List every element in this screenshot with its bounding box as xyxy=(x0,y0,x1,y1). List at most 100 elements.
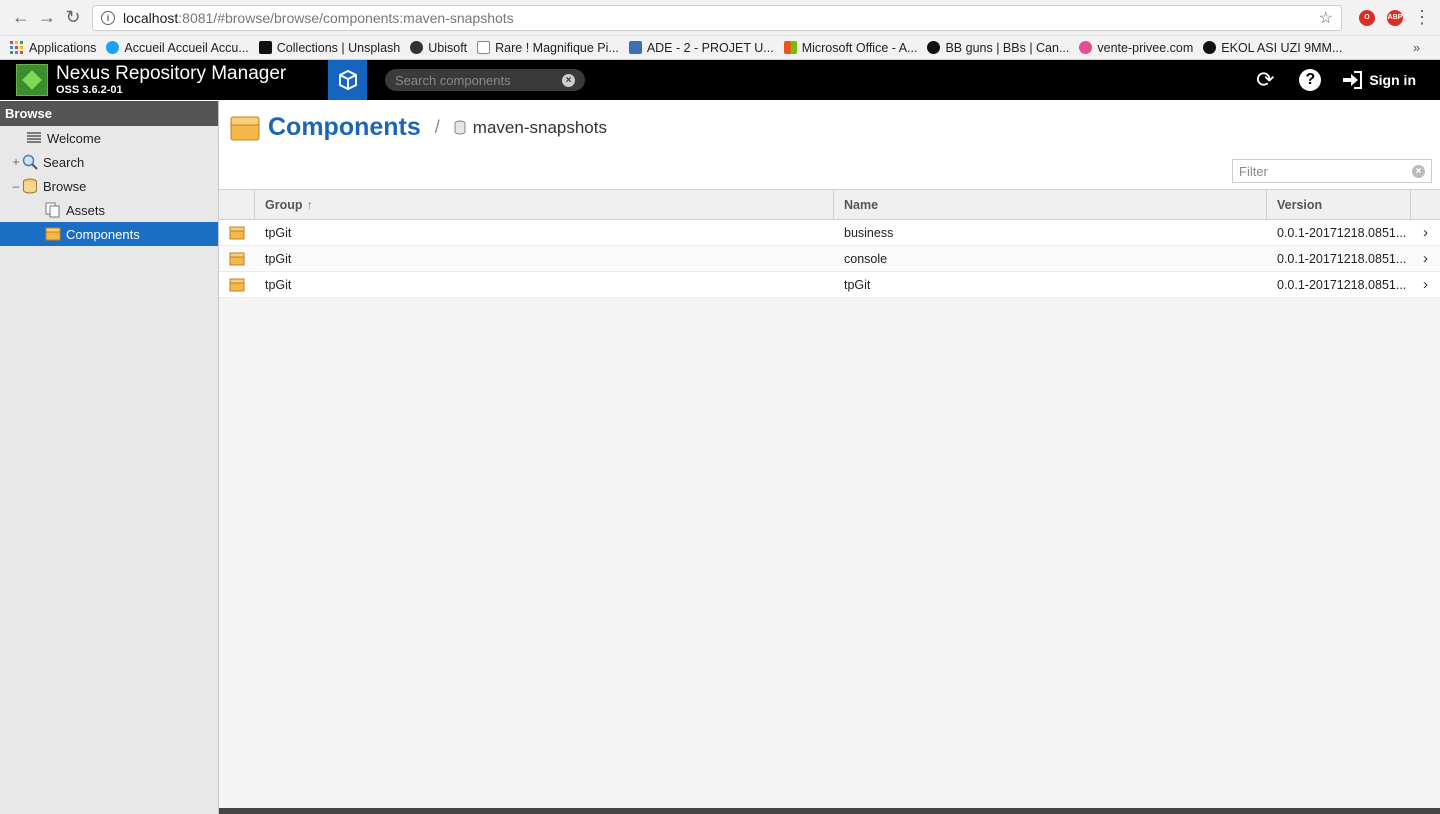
bookmark-microsoft[interactable]: Microsoft Office - A... xyxy=(783,40,918,55)
table-row[interactable]: tpGit business 0.0.1-20171218.0851... › xyxy=(219,220,1440,246)
bookmark-label: Ubisoft xyxy=(428,40,468,55)
filter-placeholder: Filter xyxy=(1239,163,1268,179)
opera-extension-icon[interactable]: O xyxy=(1356,7,1378,29)
refresh-icon[interactable]: ⟳ xyxy=(1253,67,1277,92)
pages-icon xyxy=(45,202,61,218)
column-header-version[interactable]: Version xyxy=(1267,190,1411,219)
address-bar[interactable]: i localhost:8081/#browse/browse/componen… xyxy=(92,4,1342,31)
bookmark-label: Microsoft Office - A... xyxy=(801,40,918,55)
app-title: Nexus Repository Manager xyxy=(56,63,287,84)
expand-icon[interactable]: + xyxy=(10,155,22,169)
sidebar-item-browse[interactable]: – Browse xyxy=(0,174,218,198)
bookmark-label: BB guns | BBs | Can... xyxy=(945,40,1070,55)
bookmark-vente-privee[interactable]: vente-privee.com xyxy=(1079,41,1193,55)
column-header-group[interactable]: Group ↑ xyxy=(255,190,834,219)
camera-icon xyxy=(258,41,272,54)
bookmarks-more-button[interactable]: » xyxy=(1413,41,1420,55)
table-header: Group ↑ Name Version xyxy=(219,189,1440,220)
bookmark-bbguns[interactable]: BB guns | BBs | Can... xyxy=(927,41,1069,55)
column-label: Group xyxy=(265,197,303,212)
sidebar-heading: Browse xyxy=(0,101,218,126)
bookmark-ekol[interactable]: EKOL ASI UZI 9MM... xyxy=(1203,41,1342,55)
bookmark-label: ADE - 2 - PROJET U... xyxy=(646,40,774,55)
ade-icon xyxy=(628,41,642,54)
bookmark-label: vente-privee.com xyxy=(1097,40,1194,55)
column-header-name[interactable]: Name xyxy=(834,190,1267,219)
sort-ascending-icon: ↑ xyxy=(306,197,313,212)
microsoft-icon xyxy=(783,41,797,54)
browser-toolbar: ← → ↻ i localhost:8081/#browse/browse/co… xyxy=(0,0,1440,36)
cell-version: 0.0.1-20171218.0851... xyxy=(1277,251,1407,266)
table-row[interactable]: tpGit tpGit 0.0.1-20171218.0851... › xyxy=(219,272,1440,298)
cell-name: tpGit xyxy=(844,277,871,292)
sidebar-item-label: Search xyxy=(43,154,85,170)
cell-group: tpGit xyxy=(265,251,292,266)
breadcrumb-separator: / xyxy=(434,117,440,137)
sign-in-icon xyxy=(1343,71,1363,89)
search-placeholder: Search components xyxy=(395,72,511,88)
sidebar-item-components[interactable]: Components xyxy=(0,222,218,246)
bookmark-label: Applications xyxy=(29,40,97,55)
bookmark-star-icon[interactable]: ☆ xyxy=(1319,8,1333,28)
cell-name: business xyxy=(844,225,894,240)
page-icon xyxy=(477,41,491,54)
bookmark-unsplash[interactable]: Collections | Unsplash xyxy=(258,40,401,55)
collapse-icon[interactable]: – xyxy=(10,179,22,193)
bookmark-ubisoft[interactable]: Ubisoft xyxy=(410,41,467,55)
r-logo-icon xyxy=(927,41,941,54)
bookmark-ade[interactable]: ADE - 2 - PROJET U... xyxy=(628,40,774,55)
search-components-input[interactable]: Search components × xyxy=(385,69,585,91)
cell-group: tpGit xyxy=(265,225,292,240)
sidebar-item-label: Welcome xyxy=(47,130,101,146)
adblock-extension-icon[interactable]: ABP xyxy=(1384,7,1406,29)
app-header: Nexus Repository Manager OSS 3.6.2-01 Se… xyxy=(0,60,1440,100)
column-label: Name xyxy=(844,197,879,212)
sidebar-item-welcome[interactable]: Welcome xyxy=(0,126,218,150)
bookmark-applications[interactable]: Applications xyxy=(10,41,96,55)
browser-menu-icon[interactable]: ⋮ xyxy=(1412,7,1432,28)
app-title-block: Nexus Repository Manager OSS 3.6.2-01 xyxy=(56,64,286,96)
bookmark-rare[interactable]: Rare ! Magnifique Pi... xyxy=(477,41,619,55)
breadcrumb-repository: maven-snapshots xyxy=(454,118,607,138)
breadcrumb: Components / maven-snapshots xyxy=(230,113,607,142)
sidebar: Browse Welcome + Search – Browse Assets … xyxy=(0,101,219,814)
page-title[interactable]: Components xyxy=(268,113,421,142)
cell-name: console xyxy=(844,251,888,266)
chevron-right-icon[interactable]: › xyxy=(1411,272,1440,297)
sidebar-item-search[interactable]: + Search xyxy=(0,150,218,174)
cube-icon xyxy=(338,69,357,91)
chevron-right-icon[interactable]: › xyxy=(1411,246,1440,271)
help-icon[interactable]: ? xyxy=(1299,69,1322,91)
url-path: :8081/#browse/browse/components:maven-sn… xyxy=(178,9,514,26)
bookmark-label: Collections | Unsplash xyxy=(276,40,401,55)
url-host: localhost xyxy=(123,9,179,26)
box-icon xyxy=(229,252,245,265)
repository-name: maven-snapshots xyxy=(472,117,607,137)
bookmark-label: Rare ! Magnifique Pi... xyxy=(495,40,619,55)
bookmark-label: EKOL ASI UZI 9MM... xyxy=(1221,40,1343,55)
filter-input[interactable]: Filter × xyxy=(1232,159,1432,183)
chevron-right-icon[interactable]: › xyxy=(1411,220,1440,245)
forward-icon[interactable]: → xyxy=(34,5,60,31)
sign-in-button[interactable]: Sign in xyxy=(1341,70,1416,90)
box-icon xyxy=(45,226,61,242)
sign-in-label: Sign in xyxy=(1369,72,1416,88)
table-row[interactable]: tpGit console 0.0.1-20171218.0851... › xyxy=(219,246,1440,272)
browse-mode-button[interactable] xyxy=(328,60,367,100)
reload-icon[interactable]: ↻ xyxy=(60,5,86,31)
twitter-icon xyxy=(106,41,120,54)
app-body: Browse Welcome + Search – Browse Assets … xyxy=(0,101,1440,814)
nexus-logo-icon xyxy=(16,64,48,96)
clear-filter-icon[interactable]: × xyxy=(1412,164,1425,178)
main-header: Components / maven-snapshots Filter × xyxy=(219,101,1440,189)
clear-search-icon[interactable]: × xyxy=(562,73,575,87)
info-icon[interactable]: i xyxy=(101,10,115,25)
sidebar-item-label: Assets xyxy=(66,202,106,218)
sidebar-item-assets[interactable]: Assets xyxy=(0,198,218,222)
cell-version: 0.0.1-20171218.0851... xyxy=(1277,277,1407,292)
apple-icon xyxy=(410,41,424,54)
back-icon[interactable]: ← xyxy=(8,5,34,31)
sidebar-item-label: Components xyxy=(66,226,140,242)
column-label: Version xyxy=(1277,197,1323,212)
bookmark-twitter[interactable]: Accueil Accueil Accu... xyxy=(106,41,249,55)
